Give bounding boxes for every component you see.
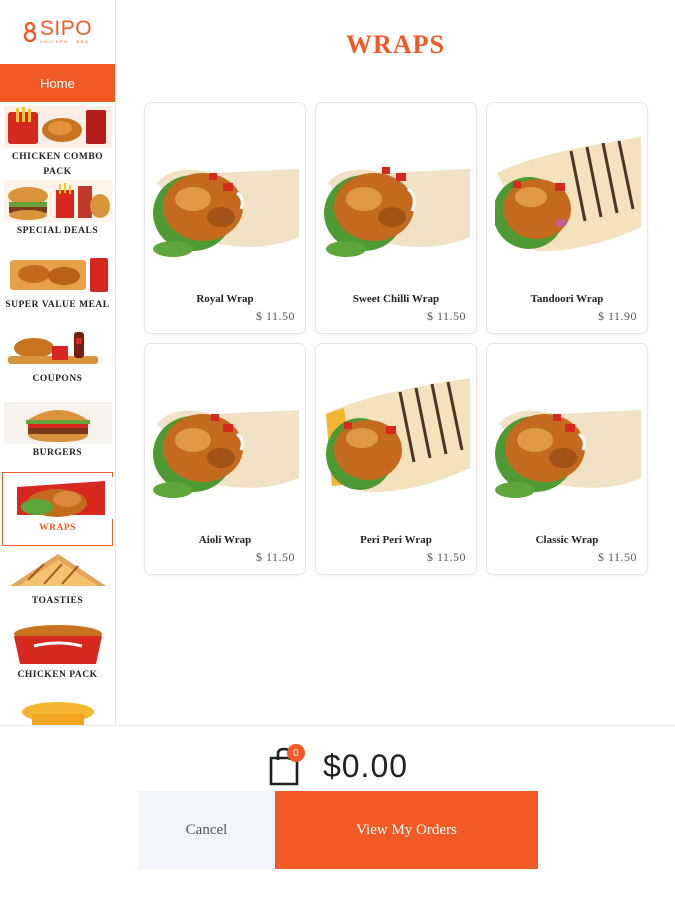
sidebar-item-special-deals[interactable]: SPECIAL DEALS [0,176,115,250]
cart-total: $0.00 [322,747,409,784]
product-grid: Royal Wrap $ 11.50 Sweet Chilli Wrap $ 1… [144,102,648,575]
product-name: Aioli Wrap [198,534,252,546]
burger-icon [4,402,112,444]
product-name: Tandoori Wrap [530,293,604,305]
product-name: Peri Peri Wrap [360,534,432,546]
home-button[interactable]: Home [0,64,115,102]
logo-text: SIPO [39,17,93,40]
product-price: $ 11.50 [597,550,637,564]
app-logo: SIPO CHICKEN · BBQ [0,0,115,62]
toastie-icon [4,550,112,592]
logo-subtext: CHICKEN · BBQ [39,39,90,44]
sidebar-item-toasties[interactable]: TOASTIES [0,546,115,620]
sidebar-item-super-value-meal[interactable]: SUPER VALUE MEAL [0,250,115,324]
burger-fries-icon [4,180,112,222]
product-card-aioli-wrap[interactable]: Aioli Wrap $ 11.50 [144,343,306,575]
wrap-image [153,410,299,498]
wrap-image [495,137,641,252]
wrap-image [324,167,470,257]
sidebar-item-burgers[interactable]: BURGERS [0,398,115,472]
product-card-royal-wrap[interactable]: Royal Wrap $ 11.50 [144,102,306,334]
wrap-image [495,410,641,498]
category-label: CHICKEN PACK [17,670,98,680]
product-name: Royal Wrap [196,293,254,305]
category-label: SPECIAL DEALS [16,226,99,236]
cart-summary: 0 $0.00 [0,744,675,786]
category-label: BURGERS [32,448,83,458]
product-price: $ 11.50 [426,550,466,564]
category-sidebar: SIPO CHICKEN · BBQ Home CHICKEN COMBO PA… [0,0,116,725]
page-title: WRAPS [346,30,445,59]
wrap-image [326,378,470,493]
category-label: TOASTIES [31,596,84,606]
product-card-peri-peri-wrap[interactable]: Peri Peri Wrap $ 11.50 [315,343,477,575]
wrap-image [153,169,299,257]
product-price: $ 11.50 [255,309,295,323]
sidebar-item-partial[interactable] [0,694,115,725]
fries-icon [4,698,112,725]
view-my-orders-button[interactable]: View My Orders [275,791,538,869]
chicken-bucket-icon [4,624,112,666]
product-price: $ 11.50 [426,309,466,323]
product-name: Classic Wrap [535,534,599,546]
product-card-classic-wrap[interactable]: Classic Wrap $ 11.50 [486,343,648,575]
product-price: $ 11.90 [597,309,637,323]
logo-mark-icon [23,21,37,43]
cart-bar: 0 $0.00 Cancel View My Orders [0,725,675,900]
cart-count-badge: 0 [286,744,305,762]
product-card-tandoori-wrap[interactable]: Tandoori Wrap $ 11.90 [486,102,648,334]
product-price: $ 11.50 [255,550,295,564]
sidebar-item-wraps[interactable]: WRAPS [2,472,115,546]
product-name: Sweet Chilli Wrap [352,293,440,305]
cart-button[interactable]: 0 [267,744,305,786]
sidebar-item-chicken-pack[interactable]: CHICKEN PACK [0,620,115,694]
wrap-icon [7,477,115,519]
coupon-food-icon [4,328,112,370]
product-card-sweet-chilli-wrap[interactable]: Sweet Chilli Wrap $ 11.50 [315,102,477,334]
cancel-button[interactable]: Cancel [138,791,275,869]
sidebar-item-chicken-combo-pack[interactable]: CHICKEN COMBO PACK [0,102,115,177]
combo-food-icon [4,106,112,148]
category-label: COUPONS [32,374,83,384]
sidebar-item-coupons[interactable]: COUPONS [0,324,115,398]
category-label: SUPER VALUE MEAL [5,300,110,310]
value-meal-icon [4,254,112,296]
category-label: WRAPS [39,523,76,533]
